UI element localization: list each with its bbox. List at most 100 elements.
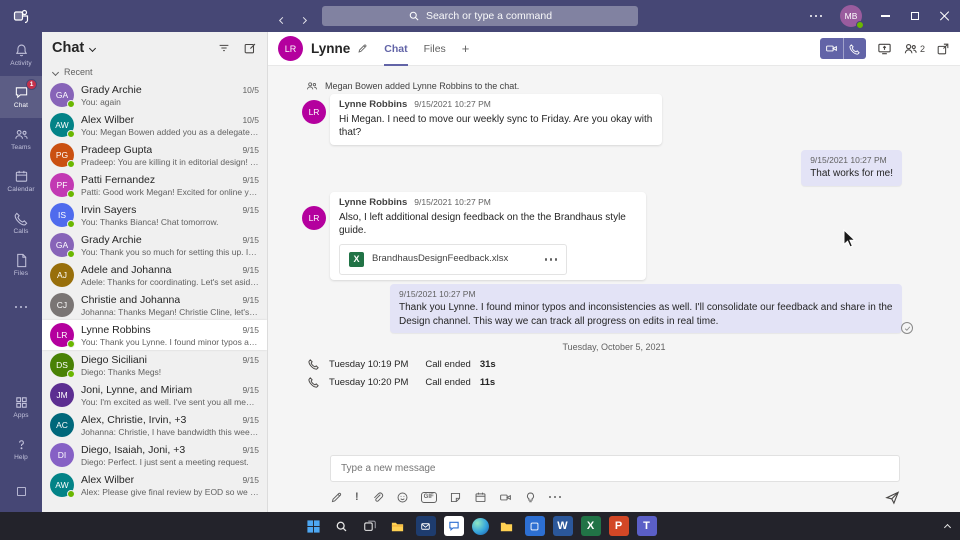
share-screen-button[interactable] xyxy=(877,41,892,56)
close-button[interactable] xyxy=(930,0,960,32)
chat-list-item[interactable]: CJ Christie and Johanna 9/15 Johanna: Than… xyxy=(42,290,267,320)
presence-icon xyxy=(67,250,75,258)
message-timestamp: 9/15/2021 10:27 PM xyxy=(414,197,491,207)
chat-list-item[interactable]: GA Grady Archie 9/15 You: Thank you so muc… xyxy=(42,230,267,260)
incoming-message[interactable]: Lynne Robbins 9/15/2021 10:27 PM Also, I … xyxy=(330,192,646,280)
back-button[interactable] xyxy=(278,10,287,28)
avatar: AW xyxy=(50,473,75,498)
chat-list-item[interactable]: IS Irvin Sayers 9/15 You: Thanks Bianca! C… xyxy=(42,200,267,230)
new-chat-icon[interactable] xyxy=(243,41,257,55)
attach-icon[interactable] xyxy=(371,491,384,504)
rail-item-calendar[interactable]: Calendar xyxy=(0,160,42,202)
taskbar-app-1[interactable] xyxy=(415,516,436,536)
rail-item-files[interactable]: Files xyxy=(0,244,42,286)
rail-item-teams[interactable]: Teams xyxy=(0,118,42,160)
schedule-icon[interactable] xyxy=(474,491,487,504)
call-status: Call ended xyxy=(425,358,471,370)
chat-list-item[interactable]: DS Diego Siciliani 9/15 Diego: Thanks Megs… xyxy=(42,350,267,380)
chat-list-item[interactable]: AC Alex, Christie, Irvin, +3 9/15 Johanna:… xyxy=(42,410,267,440)
chevron-down-icon[interactable] xyxy=(89,44,97,52)
outgoing-message[interactable]: 9/15/2021 10:27 PM Thank you Lynne. I fo… xyxy=(390,284,902,334)
more-compose-options-icon[interactable] xyxy=(548,495,562,499)
taskbar-task-view[interactable] xyxy=(360,516,380,536)
taskbar-edge[interactable] xyxy=(471,517,489,535)
add-tab-button[interactable]: + xyxy=(462,32,470,66)
taskbar-start[interactable] xyxy=(304,516,324,536)
recent-section-header[interactable]: Recent xyxy=(42,64,267,80)
incoming-message[interactable]: Lynne Robbins 9/15/2021 10:27 PM Hi Megan… xyxy=(330,94,662,145)
tab-chat[interactable]: Chat xyxy=(384,32,408,66)
add-participant-button[interactable]: 2 xyxy=(903,41,925,56)
taskbar-show-hidden-icons[interactable] xyxy=(943,517,952,535)
rail-item-activity[interactable]: Activity xyxy=(0,34,42,76)
chat-list-item[interactable]: DI Diego, Isaiah, Joni, +3 9/15 Diego: Per… xyxy=(42,440,267,470)
minimize-button[interactable] xyxy=(870,0,900,32)
taskbar-powerpoint[interactable]: P xyxy=(608,516,629,536)
taskbar-word[interactable]: W xyxy=(552,516,573,536)
lightbulb-icon[interactable] xyxy=(524,491,537,504)
emoji-icon[interactable] xyxy=(396,491,409,504)
search-bar[interactable]: Search or type a command xyxy=(322,6,638,26)
audio-call-button[interactable] xyxy=(842,38,866,59)
file-attachment-card[interactable]: X BrandhausDesignFeedback.xlsx xyxy=(339,243,567,275)
avatar: CJ xyxy=(50,293,74,317)
call-phone-icon xyxy=(308,358,320,370)
video-call-button[interactable] xyxy=(819,38,843,59)
filter-icon[interactable] xyxy=(217,41,231,55)
rail-item-apps[interactable]: Apps xyxy=(0,386,42,428)
message-timestamp: 9/15/2021 10:27 PM xyxy=(414,99,491,109)
chat-list-item[interactable]: JM Joni, Lynne, and Miriam 9/15 You: I'm e… xyxy=(42,380,267,410)
chat-list-item[interactable]: PG Pradeep Gupta 9/15 Pradeep: You are kil… xyxy=(42,140,267,170)
meet-now-icon[interactable] xyxy=(499,491,512,504)
taskbar-folder[interactable] xyxy=(497,516,517,536)
send-icon[interactable] xyxy=(885,490,900,505)
rail-item-more[interactable] xyxy=(0,286,42,328)
rail-item-chat[interactable]: 1 Chat xyxy=(0,76,42,118)
chat-list-item[interactable]: AW Alex Wilber 9/15 Alex: Please give fina… xyxy=(42,470,267,500)
chat-list-item[interactable]: GA Grady Archie 10/5 You: again xyxy=(42,80,267,110)
file-options-icon[interactable] xyxy=(544,258,557,261)
taskbar-teams[interactable]: T xyxy=(636,516,657,536)
presence-icon xyxy=(67,370,75,378)
edit-name-icon[interactable] xyxy=(357,43,368,54)
rail-item-window[interactable] xyxy=(0,470,42,512)
user-avatar[interactable]: MB xyxy=(840,5,864,29)
chat-list-item[interactable]: AJ Adele and Johanna 9/15 Adele: Thanks fo… xyxy=(42,260,267,290)
avatar: LR xyxy=(50,323,75,348)
avatar: JM xyxy=(50,383,74,407)
avatar: AC xyxy=(50,413,74,437)
popout-chat-button[interactable] xyxy=(936,42,950,56)
maximize-button[interactable] xyxy=(900,0,930,32)
date-divider: Tuesday, October 5, 2021 xyxy=(562,342,666,352)
gif-icon[interactable]: GIF xyxy=(420,491,437,503)
titlebar-more-options-icon[interactable] xyxy=(800,14,833,18)
avatar: DI xyxy=(50,443,74,467)
taskbar-file-explorer[interactable] xyxy=(388,516,408,536)
rail-item-calls[interactable]: Calls xyxy=(0,202,42,244)
sticker-icon[interactable] xyxy=(449,491,462,504)
mouse-cursor xyxy=(843,229,857,249)
priority-icon[interactable]: ! xyxy=(355,491,359,503)
teams-people-icon xyxy=(14,127,29,142)
collapse-chevron-icon xyxy=(51,68,60,76)
taskbar-chat[interactable] xyxy=(443,516,464,536)
taskbar-app-2[interactable] xyxy=(524,516,545,536)
tab-files[interactable]: Files xyxy=(424,32,446,66)
phone-icon xyxy=(14,211,29,226)
avatar: AJ xyxy=(50,263,74,287)
avatar: IS xyxy=(50,203,75,228)
conversation-panel: LR Lynne Chat Files + 2 Megan Bowen adde… xyxy=(268,32,960,512)
chat-list-item[interactable]: AW Alex Wilber 10/5 You: Megan Bowen added… xyxy=(42,110,267,140)
message-timestamp: 9/15/2021 10:27 PM xyxy=(810,155,887,165)
conversation-avatar[interactable]: LR xyxy=(278,36,303,61)
windows-taskbar: W X P T xyxy=(0,512,960,540)
message-input[interactable] xyxy=(330,455,900,482)
outgoing-message[interactable]: 9/15/2021 10:27 PM That works for me! xyxy=(801,150,902,186)
forward-button[interactable] xyxy=(299,10,308,28)
chat-list-item[interactable]: PF Patti Fernandez 9/15 Patti: Good work M… xyxy=(42,170,267,200)
chat-list-item-selected[interactable]: LR Lynne Robbins 9/15 You: Thank you Lynne… xyxy=(42,320,267,350)
taskbar-excel[interactable]: X xyxy=(580,516,601,536)
format-icon[interactable] xyxy=(330,491,343,504)
taskbar-search[interactable] xyxy=(332,516,352,536)
rail-item-help[interactable]: Help xyxy=(0,428,42,470)
